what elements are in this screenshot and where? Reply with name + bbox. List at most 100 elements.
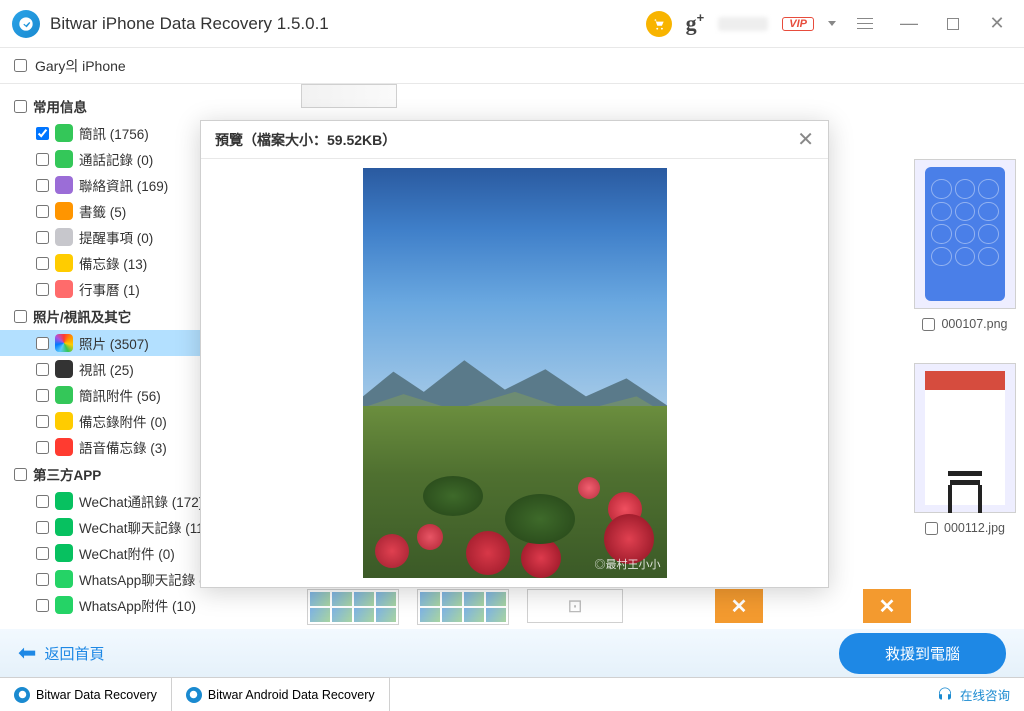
- item-icon: [55, 228, 73, 246]
- item-label: 備忘錄 (13): [79, 253, 147, 273]
- category-checkbox[interactable]: [14, 468, 27, 481]
- preview-close-button[interactable]: ✕: [797, 127, 814, 152]
- tab-label: Bitwar Data Recovery: [36, 688, 157, 702]
- item-checkbox[interactable]: [36, 153, 49, 166]
- item-checkbox[interactable]: [36, 547, 49, 560]
- device-name: Gary의 iPhone: [35, 56, 126, 76]
- item-label: 提醒事項 (0): [79, 227, 153, 247]
- category-label: 常用信息: [33, 96, 87, 116]
- preview-header: 預覽（檔案大小：59.52KB） ✕: [201, 121, 828, 159]
- vip-badge[interactable]: VIP: [782, 17, 814, 31]
- bottom-tab-bar: Bitwar Data Recovery Bitwar Android Data…: [0, 677, 1024, 711]
- sidebar-item[interactable]: WhatsApp附件 (10): [0, 592, 289, 618]
- blurred-label: [718, 17, 768, 31]
- recover-label: 救援到電腦: [885, 646, 960, 663]
- headset-icon: [936, 686, 954, 704]
- thumb-grid[interactable]: [307, 589, 399, 625]
- sidebar-category[interactable]: 常用信息: [0, 92, 289, 120]
- google-plus-icon[interactable]: g+: [686, 10, 705, 36]
- menu-button[interactable]: [850, 9, 880, 39]
- cart-button[interactable]: [646, 11, 672, 37]
- item-checkbox[interactable]: [36, 441, 49, 454]
- recover-button[interactable]: 救援到電腦: [839, 633, 1006, 674]
- preview-image: ◎最村王小小: [363, 168, 667, 578]
- item-checkbox[interactable]: [36, 599, 49, 612]
- item-label: 行事曆 (1): [79, 279, 140, 299]
- thumb-caption: 000112.jpg: [944, 521, 1005, 535]
- item-icon: [55, 438, 73, 456]
- item-label: WhatsApp附件 (10): [79, 595, 196, 615]
- item-icon: [55, 518, 73, 536]
- thumb-000107[interactable]: [914, 159, 1016, 309]
- close-button[interactable]: ✕: [982, 9, 1012, 39]
- vip-dropdown-icon[interactable]: [828, 21, 836, 26]
- item-icon: [55, 544, 73, 562]
- device-checkbox[interactable]: [14, 59, 27, 72]
- item-label: 簡訊 (1756): [79, 123, 149, 143]
- item-checkbox[interactable]: [36, 257, 49, 270]
- item-checkbox[interactable]: [36, 127, 49, 140]
- item-label: 聯絡資訊 (169): [79, 175, 168, 195]
- back-button[interactable]: ⬅ 返回首頁: [18, 640, 104, 666]
- item-checkbox[interactable]: [36, 363, 49, 376]
- tab-logo-icon: [14, 687, 30, 703]
- remove-button[interactable]: ✕: [715, 589, 763, 623]
- item-label: WhatsApp聊天記錄 (5): [79, 569, 216, 589]
- item-icon: [55, 334, 73, 352]
- item-checkbox[interactable]: [36, 179, 49, 192]
- thumb-000112[interactable]: [914, 363, 1016, 513]
- item-icon: [55, 150, 73, 168]
- item-icon: [55, 596, 73, 614]
- tab-label: Bitwar Android Data Recovery: [208, 688, 375, 702]
- item-icon: [55, 176, 73, 194]
- right-thumb-column: 000107.png 000112.jpg: [914, 159, 1016, 535]
- item-label: 備忘錄附件 (0): [79, 411, 167, 431]
- item-icon: [55, 570, 73, 588]
- category-checkbox[interactable]: [14, 100, 27, 113]
- thumb-small[interactable]: [301, 84, 397, 108]
- item-icon: [55, 386, 73, 404]
- bottom-thumb-row: ⊡ ✕ ✕: [307, 589, 911, 625]
- item-checkbox[interactable]: [36, 415, 49, 428]
- item-checkbox[interactable]: [36, 205, 49, 218]
- item-checkbox[interactable]: [36, 573, 49, 586]
- item-checkbox[interactable]: [36, 231, 49, 244]
- category-label: 照片/視訊及其它: [33, 306, 131, 326]
- item-checkbox[interactable]: [36, 495, 49, 508]
- item-checkbox[interactable]: [36, 337, 49, 350]
- item-icon: [55, 492, 73, 510]
- preview-dialog: 預覽（檔案大小：59.52KB） ✕: [200, 120, 829, 588]
- thumb-checkbox[interactable]: [922, 318, 935, 331]
- item-label: 照片 (3507): [79, 333, 149, 353]
- thumb-caption: 000107.png: [941, 317, 1007, 331]
- minimize-button[interactable]: —: [894, 9, 924, 39]
- tab-bitwar-data-recovery[interactable]: Bitwar Data Recovery: [0, 678, 172, 711]
- remove-button[interactable]: ✕: [863, 589, 911, 623]
- tab-bitwar-android[interactable]: Bitwar Android Data Recovery: [172, 678, 390, 711]
- device-bar: Gary의 iPhone: [0, 48, 1024, 84]
- item-icon: [55, 202, 73, 220]
- tab-logo-icon: [186, 687, 202, 703]
- maximize-button[interactable]: [938, 9, 968, 39]
- item-icon: [55, 412, 73, 430]
- watermark: ◎最村王小小: [595, 556, 661, 572]
- category-label: 第三方APP: [33, 464, 101, 484]
- item-checkbox[interactable]: [36, 389, 49, 402]
- support-button[interactable]: 在线咨询: [922, 678, 1024, 711]
- thumb-grid[interactable]: [417, 589, 509, 625]
- footer-bar: ⬅ 返回首頁 救援到電腦: [0, 629, 1024, 677]
- preview-title: 預覽（檔案大小：59.52KB）: [215, 130, 396, 150]
- item-checkbox[interactable]: [36, 521, 49, 534]
- item-label: 簡訊附件 (56): [79, 385, 161, 405]
- item-label: 視訊 (25): [79, 359, 134, 379]
- item-label: 語音備忘錄 (3): [79, 437, 167, 457]
- item-checkbox[interactable]: [36, 283, 49, 296]
- item-icon: [55, 124, 73, 142]
- item-icon: [55, 254, 73, 272]
- item-icon: [55, 360, 73, 378]
- item-label: WeChat通訊錄 (172): [79, 491, 203, 511]
- thumb-placeholder[interactable]: ⊡: [527, 589, 623, 623]
- thumb-checkbox[interactable]: [925, 522, 938, 535]
- category-checkbox[interactable]: [14, 310, 27, 323]
- back-label: 返回首頁: [44, 643, 104, 664]
